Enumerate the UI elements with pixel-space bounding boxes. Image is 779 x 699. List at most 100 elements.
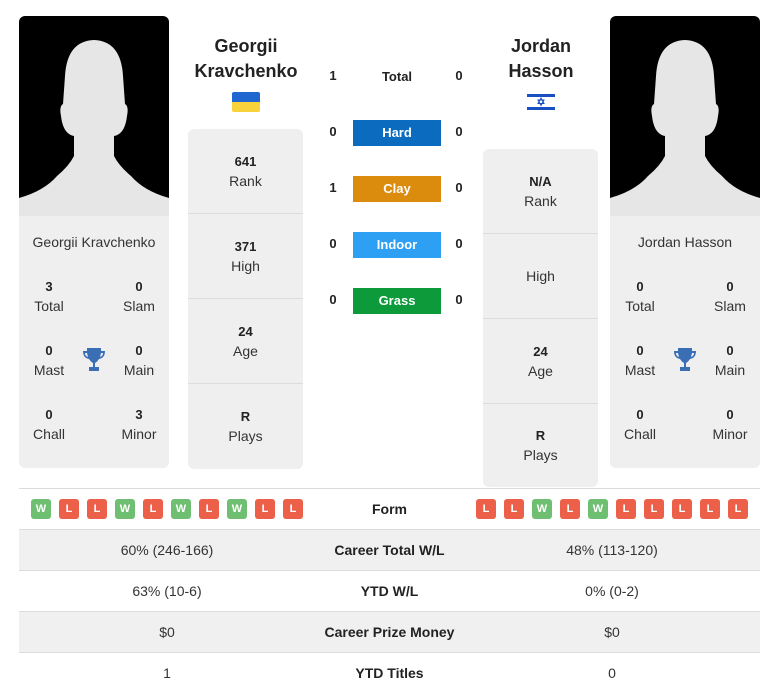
surface-indoor-badge: Indoor xyxy=(353,232,441,258)
career-wl-label: Career Total W/L xyxy=(334,542,445,558)
form-win-badge[interactable]: W xyxy=(115,499,135,519)
surface-clay-badge: Clay xyxy=(353,176,441,202)
form-loss-badge[interactable]: L xyxy=(672,499,692,519)
surface-grass-badge: Grass xyxy=(353,288,441,314)
h2h-total-row: 1 Total 0 xyxy=(320,64,480,90)
h2h-indoor-row: 0 Indoor 0 xyxy=(320,232,480,258)
player1-total-titles: 3 Total xyxy=(34,279,64,314)
player2-main-titles: 0 Main xyxy=(714,343,746,378)
form-label: Form xyxy=(372,501,407,517)
player2-mast-titles: 0 Mast xyxy=(624,343,656,378)
player2-ytd-wl: 0% (0-2) xyxy=(585,583,639,599)
form-loss-badge[interactable]: L xyxy=(728,499,748,519)
ytd-wl-label: YTD W/L xyxy=(360,583,419,599)
silhouette-icon xyxy=(19,40,169,216)
trophy-icon xyxy=(83,348,105,371)
player1-first-name[interactable]: Georgii xyxy=(181,34,311,59)
form-loss-badge[interactable]: L xyxy=(644,499,664,519)
form-loss-badge[interactable]: L xyxy=(616,499,636,519)
player2-chall-titles: 0 Chall xyxy=(624,407,656,442)
player2-ytd-titles: 0 xyxy=(608,665,616,681)
player1-ytd-wl: 63% (10-6) xyxy=(132,583,202,599)
player2-slam-titles: 0 Slam xyxy=(714,279,746,314)
form-win-badge[interactable]: W xyxy=(532,499,552,519)
player2-info-box: N/A Rank High 24 Age R Plays xyxy=(483,149,598,487)
form-loss-badge[interactable]: L xyxy=(199,499,219,519)
player2-last-name[interactable]: Hasson xyxy=(476,59,606,84)
form-loss-badge[interactable]: L xyxy=(255,499,275,519)
player1-ytd-titles: 1 xyxy=(163,665,171,681)
form-win-badge[interactable]: W xyxy=(227,499,247,519)
player1-mast-titles: 0 Mast xyxy=(33,343,65,378)
h2h-indoor-p1: 0 xyxy=(329,236,337,251)
h2h-grass-p2: 0 xyxy=(455,292,463,307)
player2-titles-card: Jordan Hasson 0 Total 0 Slam 0 Mast 0 Ma… xyxy=(610,216,760,468)
player1-slam-titles: 0 Slam xyxy=(123,279,155,314)
h2h-grass-row: 0 Grass 0 xyxy=(320,288,480,314)
player1-plays: R Plays xyxy=(228,409,263,444)
player1-high: 371 High xyxy=(188,214,303,299)
player1-career-wl: 60% (246-166) xyxy=(120,542,214,558)
player1-form: WLLWLWLWLL xyxy=(19,499,315,519)
player1-age: 24 Age xyxy=(188,299,303,384)
player2-age: 24 Age xyxy=(483,319,598,404)
player1-photo xyxy=(19,16,169,216)
form-loss-badge[interactable]: L xyxy=(700,499,720,519)
surface-hard-badge: Hard xyxy=(353,120,441,146)
player2-rank: N/A Rank xyxy=(483,149,598,234)
player2-name-heading[interactable]: Jordan Hasson xyxy=(476,34,606,84)
player2-minor-titles: 0 Minor xyxy=(712,407,748,442)
player1-info-box: 641 Rank 371 High 24 Age R Plays xyxy=(188,129,303,469)
form-loss-badge[interactable]: L xyxy=(560,499,580,519)
player2-prize-money: $0 xyxy=(604,624,620,640)
player2-photo xyxy=(610,16,760,216)
player1-main-titles: 0 Main xyxy=(123,343,155,378)
player1-name-heading[interactable]: Georgii Kravchenko xyxy=(181,34,311,84)
h2h-clay-p1: 1 xyxy=(329,180,337,195)
player1-full-name: Georgii Kravchenko xyxy=(32,234,156,250)
player1-prize-money: $0 xyxy=(159,624,175,640)
player1-chall-titles: 0 Chall xyxy=(33,407,65,442)
silhouette-icon xyxy=(610,40,760,216)
form-win-badge[interactable]: W xyxy=(171,499,191,519)
form-loss-badge[interactable]: L xyxy=(59,499,79,519)
player1-titles-card: Georgii Kravchenko 3 Total 0 Slam 0 Mast… xyxy=(19,216,169,468)
h2h-clay-row: 1 Clay 0 xyxy=(320,176,480,202)
table-row: 60% (246-166) Career Total W/L 48% (113-… xyxy=(19,529,760,570)
form-loss-badge[interactable]: L xyxy=(143,499,163,519)
form-loss-badge[interactable]: L xyxy=(504,499,524,519)
h2h-total-p1: 1 xyxy=(329,68,337,83)
form-loss-badge[interactable]: L xyxy=(283,499,303,519)
ytd-titles-label: YTD Titles xyxy=(355,665,424,681)
h2h-grass-p1: 0 xyxy=(329,292,337,307)
h2h-clay-p2: 0 xyxy=(455,180,463,195)
form-loss-badge[interactable]: L xyxy=(476,499,496,519)
h2h-hard-row: 0 Hard 0 xyxy=(320,120,480,146)
h2h-hard-p2: 0 xyxy=(455,124,463,139)
h2h-total-p2: 0 xyxy=(455,68,463,83)
form-row: WLLWLWLWLL Form LLWLWLLLLL xyxy=(19,488,760,529)
comparison-table: WLLWLWLWLL Form LLWLWLLLLL 60% (246-166)… xyxy=(19,488,760,693)
ukraine-flag-icon xyxy=(232,92,260,112)
player1-rank: 641 Rank xyxy=(188,129,303,214)
form-win-badge[interactable]: W xyxy=(588,499,608,519)
table-row: 1 YTD Titles 0 xyxy=(19,652,760,693)
israel-flag-icon xyxy=(527,92,555,112)
player2-career-wl: 48% (113-120) xyxy=(566,542,658,558)
player1-last-name[interactable]: Kravchenko xyxy=(181,59,311,84)
prize-money-label: Career Prize Money xyxy=(324,624,455,640)
h2h-hard-p1: 0 xyxy=(329,124,337,139)
h2h-total-label: Total xyxy=(381,69,413,84)
trophy-icon xyxy=(674,348,696,371)
player2-first-name[interactable]: Jordan xyxy=(476,34,606,59)
player2-plays: R Plays xyxy=(523,428,558,463)
player2-high: High xyxy=(483,234,598,319)
form-win-badge[interactable]: W xyxy=(31,499,51,519)
player2-total-titles: 0 Total xyxy=(625,279,655,314)
table-row: 63% (10-6) YTD W/L 0% (0-2) xyxy=(19,570,760,611)
table-row: $0 Career Prize Money $0 xyxy=(19,611,760,652)
player2-full-name: Jordan Hasson xyxy=(637,234,733,250)
form-loss-badge[interactable]: L xyxy=(87,499,107,519)
player1-minor-titles: 3 Minor xyxy=(121,407,157,442)
player2-form: LLWLWLLLLL xyxy=(464,499,760,519)
